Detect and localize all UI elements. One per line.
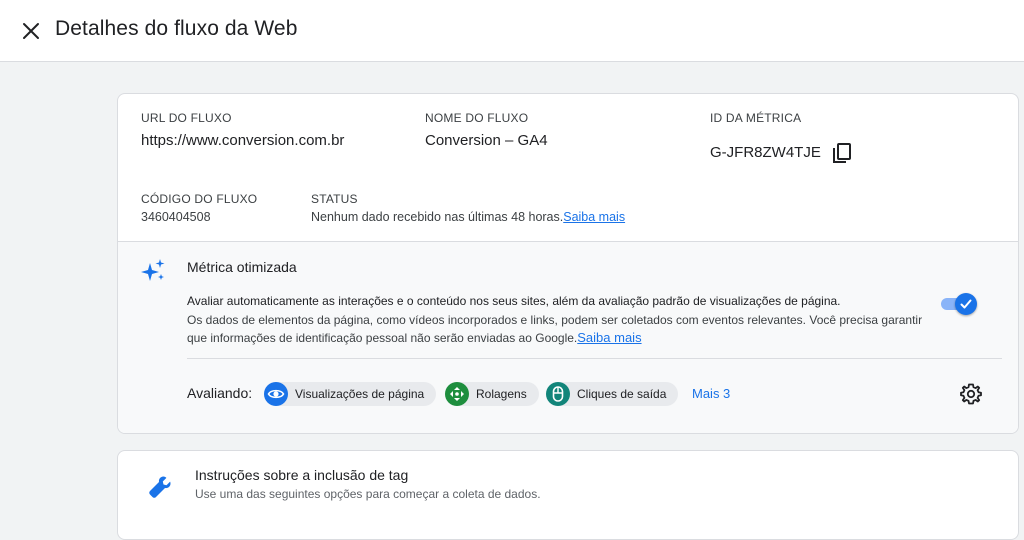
chip-label: Visualizações de página	[295, 387, 425, 401]
enhanced-measurement-title: Métrica otimizada	[187, 259, 297, 275]
enhanced-measurement-description: Avaliar automaticamente as interações e …	[187, 292, 932, 348]
close-icon	[23, 23, 39, 39]
status-text: Nenhum dado recebido nas últimas 48 hora…	[311, 210, 564, 224]
measuring-label: Avaliando:	[187, 385, 253, 401]
status-value: Nenhum dado recebido nas últimas 48 hora…	[311, 210, 625, 224]
stream-name-value: Conversion – GA4	[425, 132, 548, 149]
settings-button[interactable]	[959, 382, 983, 406]
check-icon	[960, 299, 972, 309]
gear-icon	[960, 383, 982, 405]
mouse-icon	[546, 382, 570, 406]
page-title: Detalhes do fluxo da Web	[55, 17, 298, 40]
description-line-2: Os dados de elementos da página, como ví…	[187, 312, 923, 346]
copy-button[interactable]	[830, 141, 854, 165]
top-bar: Detalhes do fluxo da Web	[0, 0, 1024, 62]
stream-url-value: https://www.conversion.com.br	[141, 132, 345, 149]
chip-scrolls[interactable]: Rolagens	[445, 382, 539, 406]
enhanced-learn-more-link[interactable]: Saiba mais	[577, 330, 641, 345]
enhanced-measurement-toggle[interactable]	[939, 293, 977, 315]
scroll-icon	[445, 382, 469, 406]
status-label: STATUS	[311, 192, 358, 206]
description-line-1: Avaliar automaticamente as interações e …	[187, 294, 841, 308]
tagging-subtitle: Use uma das seguintes opções para começa…	[195, 487, 541, 501]
chip-outbound-clicks[interactable]: Cliques de saída	[546, 382, 679, 406]
stream-url-label: URL DO FLUXO	[141, 111, 232, 125]
enhanced-measurement-section: Métrica otimizada Avaliar automaticament…	[118, 241, 1018, 433]
tagging-title: Instruções sobre a inclusão de tag	[195, 467, 409, 483]
chip-page-views[interactable]: Visualizações de página	[264, 382, 437, 406]
stream-name-label: NOME DO FLUXO	[425, 111, 529, 125]
stream-code-label: CÓDIGO DO FLUXO	[141, 192, 258, 206]
stream-details-card: URL DO FLUXO https://www.conversion.com.…	[117, 93, 1019, 434]
toggle-knob	[955, 293, 977, 315]
status-learn-more-link[interactable]: Saiba mais	[563, 210, 625, 224]
more-link[interactable]: Mais 3	[692, 386, 730, 401]
tagging-instructions-card[interactable]: Instruções sobre a inclusão de tag Use u…	[117, 450, 1019, 540]
copy-icon	[833, 143, 851, 163]
sparkle-icon	[141, 259, 165, 281]
chip-label: Cliques de saída	[577, 387, 667, 401]
eye-icon	[264, 382, 288, 406]
wrench-icon	[149, 476, 171, 498]
measurement-id-value: G-JFR8ZW4TJE	[710, 144, 821, 161]
chip-label: Rolagens	[476, 387, 527, 401]
divider	[187, 358, 1002, 359]
close-button[interactable]	[18, 18, 44, 44]
measurement-id-label: ID DA MÉTRICA	[710, 111, 802, 125]
stream-code-value: 3460404508	[141, 210, 211, 224]
